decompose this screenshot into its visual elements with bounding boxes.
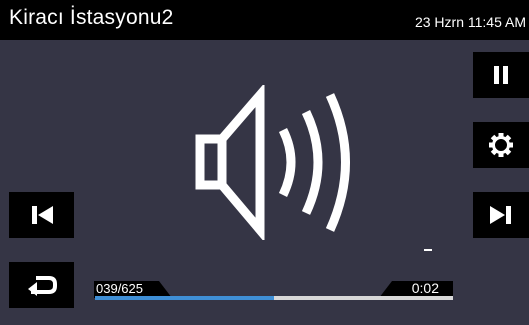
station-title: Kiracı İstasyonu2 — [9, 6, 174, 29]
skip-next-icon — [490, 206, 511, 224]
media-player-screen: Kiracı İstasyonu2 23 Hzrn 11:45 AM 039/6… — [0, 0, 529, 325]
previous-button[interactable] — [9, 192, 74, 238]
back-button[interactable] — [9, 262, 74, 308]
gear-icon — [489, 133, 513, 157]
skip-previous-icon — [31, 206, 53, 224]
settings-button[interactable] — [473, 122, 529, 168]
elapsed-time: 0:02 — [411, 280, 439, 296]
track-counter: 039/625 — [96, 281, 143, 296]
speaker-icon — [195, 85, 350, 240]
pause-icon — [494, 66, 508, 84]
progress-fill — [95, 296, 274, 300]
progress-bar[interactable] — [95, 296, 453, 300]
clock: 23 Hzrn 11:45 AM — [414, 14, 526, 30]
pause-button[interactable] — [473, 52, 529, 98]
top-bar: Kiracı İstasyonu2 23 Hzrn 11:45 AM — [0, 0, 529, 40]
back-arrow-icon — [27, 276, 57, 296]
next-button[interactable] — [473, 192, 529, 238]
divider-mark — [424, 249, 432, 251]
